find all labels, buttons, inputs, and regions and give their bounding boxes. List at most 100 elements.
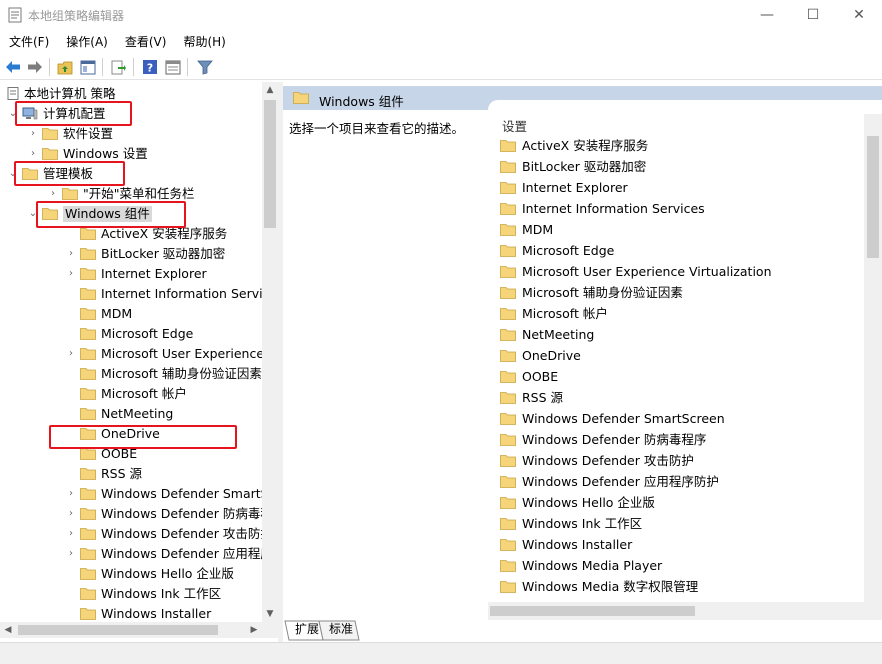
forward-arrow-icon	[28, 61, 42, 73]
show-hide-tree-button[interactable]	[78, 57, 98, 77]
tree-item[interactable]: › Internet Explorer	[0, 264, 262, 284]
chevron-right-icon[interactable]: ›	[28, 148, 38, 160]
title-bar: 本地组策略编辑器 — ☐ ✕	[0, 0, 882, 30]
menu-help[interactable]: 帮助(H)	[174, 31, 233, 51]
settings-item-label: MDM	[522, 222, 554, 237]
scroll-left-icon[interactable]: ◀	[0, 622, 16, 638]
status-bar	[0, 642, 882, 664]
properties-icon	[165, 60, 181, 74]
help-icon: ?	[143, 60, 157, 75]
tree-item[interactable]: Windows Hello 企业版	[0, 564, 262, 584]
tree-item-label: ActiveX 安装程序服务	[101, 226, 228, 241]
minimize-button[interactable]: —	[744, 0, 790, 30]
tab-extended[interactable]: 扩展	[291, 620, 323, 640]
settings-item-label: Windows Ink 工作区	[522, 516, 643, 531]
chevron-right-icon[interactable]: ›	[66, 348, 76, 360]
settings-horizontal-scrollbar[interactable]	[488, 602, 882, 620]
menu-action[interactable]: 操作(A)	[57, 31, 116, 51]
settings-scroll-thumb[interactable]	[867, 136, 879, 258]
tree-item[interactable]: › BitLocker 驱动器加密	[0, 244, 262, 264]
tree-item-label: "开始"菜单和任务栏	[83, 186, 195, 201]
folder-icon	[500, 308, 516, 320]
tree-item[interactable]: NetMeeting	[0, 404, 262, 424]
settings-item-label: Internet Explorer	[522, 180, 628, 195]
folder-icon	[500, 518, 516, 530]
settings-item-label: Windows Installer	[522, 537, 633, 552]
settings-hscroll-thumb[interactable]	[490, 606, 695, 616]
chevron-right-icon[interactable]: ›	[48, 188, 58, 200]
tree-item-label: Windows Defender 攻击防护	[101, 526, 273, 541]
tree-item-label: Internet Information Services	[101, 286, 278, 301]
tree-item[interactable]: Internet Information Services	[0, 284, 278, 304]
help-button[interactable]: ?	[140, 57, 160, 77]
folder-icon	[500, 287, 516, 299]
settings-item-label: Windows Hello 企业版	[522, 495, 655, 510]
chevron-right-icon[interactable]: ›	[66, 248, 76, 260]
details-pane: Windows 组件 选择一个项目来查看它的描述。 设置 ActiveX 安装程…	[283, 82, 882, 642]
tab-standard[interactable]: 标准	[325, 620, 357, 640]
forward-button[interactable]	[25, 57, 45, 77]
tree-item[interactable]: › Windows Defender 防病毒程序	[0, 504, 278, 524]
settings-item-label: Microsoft Edge	[522, 243, 615, 258]
chevron-right-icon[interactable]: ›	[66, 508, 76, 520]
export-list-button[interactable]	[108, 57, 128, 77]
settings-item-label: RSS 源	[522, 390, 564, 405]
chevron-right-icon[interactable]: ›	[28, 128, 38, 140]
maximize-icon: ☐	[806, 7, 820, 23]
tree-item[interactable]: Microsoft Edge	[0, 324, 262, 344]
close-button[interactable]: ✕	[836, 0, 882, 30]
tree-item-label: Microsoft Edge	[101, 326, 194, 341]
tree-item-label: Microsoft 辅助身份验证因素	[101, 366, 262, 381]
settings-vertical-scrollbar[interactable]	[864, 114, 882, 604]
tree-item[interactable]: Microsoft 辅助身份验证因素	[0, 364, 262, 384]
tree-item[interactable]: MDM	[0, 304, 262, 324]
folder-icon	[62, 188, 78, 200]
back-button[interactable]	[3, 57, 23, 77]
maximize-button[interactable]: ☐	[790, 0, 836, 30]
settings-item-label: NetMeeting	[522, 327, 595, 342]
tree-item[interactable]: › Microsoft User Experience Virtualizatio…	[0, 344, 278, 364]
tree-item[interactable]: RSS 源	[0, 464, 262, 484]
folder-icon	[500, 413, 516, 425]
folder-icon	[80, 248, 96, 260]
settings-column-header[interactable]: 设置	[502, 116, 527, 135]
tree-item[interactable]: › 软件设置	[0, 124, 262, 144]
tree-horizontal-scrollbar[interactable]: ◀ ▶	[0, 622, 278, 638]
settings-item-label: Windows Media 数字权限管理	[522, 579, 699, 594]
tree-item[interactable]: › Windows Defender 攻击防护	[0, 524, 273, 544]
tree-item-label: Windows Defender SmartScreen	[101, 486, 278, 501]
folder-icon	[42, 148, 58, 160]
up-level-button[interactable]	[55, 57, 75, 77]
export-list-icon	[111, 60, 126, 74]
folder-icon	[500, 476, 516, 488]
scroll-down-icon[interactable]: ▼	[262, 606, 278, 622]
folder-icon	[80, 608, 96, 620]
properties-button[interactable]	[163, 57, 183, 77]
menu-file[interactable]: 文件(F)	[0, 31, 57, 51]
chevron-right-icon[interactable]: ›	[66, 528, 76, 540]
policy-editor-app-icon	[8, 7, 22, 23]
folder-icon	[500, 203, 516, 215]
chevron-right-icon[interactable]: ›	[66, 488, 76, 500]
folder-icon	[500, 266, 516, 278]
details-title: Windows 组件	[319, 94, 404, 109]
tree-item[interactable]: › Windows Defender SmartScreen	[0, 484, 278, 504]
folder-icon	[80, 228, 96, 240]
close-icon: ✕	[853, 7, 865, 23]
window-title: 本地组策略编辑器	[28, 9, 125, 23]
highlight-admin-templates	[14, 161, 125, 186]
filter-button[interactable]	[195, 57, 215, 77]
tree-item[interactable]: › Windows Defender 应用程序防护	[0, 544, 278, 564]
menu-view[interactable]: 查看(V)	[116, 31, 175, 51]
chevron-right-icon[interactable]: ›	[66, 268, 76, 280]
tree-item[interactable]: Windows Installer	[0, 604, 262, 624]
tree-item[interactable]: Microsoft 帐户	[0, 384, 262, 404]
scroll-up-icon[interactable]: ▲	[262, 82, 278, 98]
tree-item[interactable]: Windows Ink 工作区	[0, 584, 262, 604]
tree-hscroll-thumb[interactable]	[18, 625, 218, 635]
tree-item-label: Windows Defender 应用程序防护	[101, 546, 278, 561]
tree-scroll-thumb[interactable]	[264, 100, 276, 228]
chevron-right-icon[interactable]: ›	[66, 548, 76, 560]
scroll-right-icon[interactable]: ▶	[246, 622, 262, 638]
tree-vertical-scrollbar[interactable]: ▲ ▼	[262, 82, 278, 622]
